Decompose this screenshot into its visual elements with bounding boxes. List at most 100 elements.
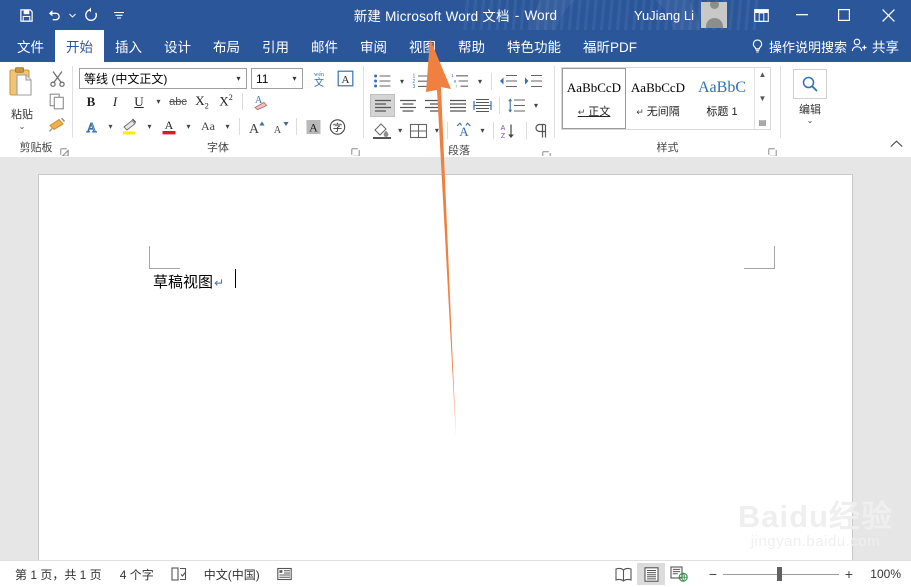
font-size-chevron-down-icon[interactable]: ▾: [287, 74, 302, 83]
font-color-icon[interactable]: A: [157, 115, 181, 138]
word-count[interactable]: 4 个字: [111, 566, 163, 583]
paste-chevron-down-icon[interactable]: ⌄: [19, 123, 26, 131]
styles-dialog-launcher-icon[interactable]: [768, 146, 777, 157]
tab-福昕PDF[interactable]: 福昕PDF: [572, 30, 648, 62]
zoom-in-button[interactable]: +: [839, 566, 859, 582]
character-shading-icon[interactable]: A: [301, 115, 325, 138]
style-item-正文[interactable]: AaBbCcD ↵ 正文: [562, 68, 626, 129]
clipboard-dialog-launcher-icon[interactable]: [60, 146, 69, 157]
multilevel-dropdown-icon[interactable]: ▾: [473, 70, 487, 93]
undo-icon[interactable]: [40, 3, 68, 27]
shading-icon[interactable]: [370, 119, 394, 142]
close-button[interactable]: [865, 0, 911, 30]
enclose-character-icon[interactable]: 字: [325, 115, 349, 138]
font-dialog-launcher-icon[interactable]: [351, 146, 360, 157]
document-canvas[interactable]: 草稿视图↵ Baidu经验 jingyan.baidu.com: [0, 156, 911, 562]
font-size-combobox[interactable]: 11 ▾: [251, 68, 303, 89]
zoom-level[interactable]: 100%: [859, 567, 903, 581]
tab-审阅[interactable]: 审阅: [349, 30, 398, 62]
shading-dropdown-icon[interactable]: ▾: [394, 119, 407, 142]
align-center-icon[interactable]: [395, 94, 420, 117]
line-spacing-dropdown-icon[interactable]: ▾: [529, 94, 543, 117]
numbering-icon[interactable]: 123: [409, 70, 434, 93]
text-highlight-dropdown-icon[interactable]: ▾: [142, 115, 157, 138]
styles-scroll-down-icon[interactable]: ▼: [759, 94, 767, 103]
tab-引用[interactable]: 引用: [251, 30, 300, 62]
numbering-dropdown-icon[interactable]: ▾: [434, 70, 448, 93]
superscript-icon[interactable]: X2: [214, 90, 238, 113]
style-item-标题 1[interactable]: AaBbC 标题 1: [690, 68, 754, 129]
multilevel-list-icon[interactable]: 1ai: [448, 70, 473, 93]
increase-indent-icon[interactable]: [521, 70, 546, 93]
change-case-icon[interactable]: Aa: [196, 115, 220, 138]
bullets-icon[interactable]: [370, 70, 395, 93]
format-painter-icon[interactable]: [46, 114, 68, 134]
maximize-button[interactable]: [823, 0, 865, 30]
text-effects-dropdown-icon[interactable]: ▾: [103, 115, 118, 138]
editing-button[interactable]: 编辑 ⌄: [786, 69, 834, 125]
language[interactable]: 中文(中国): [195, 566, 269, 583]
cut-icon[interactable]: [46, 68, 68, 88]
tab-视图[interactable]: 视图: [398, 30, 447, 62]
clear-formatting-icon[interactable]: A: [247, 90, 271, 113]
web-layout-icon[interactable]: [665, 563, 693, 585]
tab-布局[interactable]: 布局: [202, 30, 251, 62]
minimize-button[interactable]: [781, 0, 823, 30]
sort-icon[interactable]: AZ: [498, 119, 522, 142]
ribbon-display-options-icon[interactable]: [741, 0, 781, 30]
borders-icon[interactable]: [407, 119, 431, 142]
justify-icon[interactable]: [445, 94, 470, 117]
text-highlight-icon[interactable]: [118, 115, 142, 138]
zoom-out-button[interactable]: −: [703, 566, 723, 582]
styles-scroll-up-icon[interactable]: ▲: [759, 70, 767, 79]
tab-帮助[interactable]: 帮助: [447, 30, 496, 62]
zoom-slider[interactable]: [723, 567, 839, 581]
style-item-无间隔[interactable]: AaBbCcD ↵ 无间隔: [626, 68, 690, 129]
subscript-icon[interactable]: X2: [190, 90, 214, 113]
paste-button[interactable]: 粘贴 ⌄: [0, 65, 44, 131]
align-left-icon[interactable]: [370, 94, 395, 117]
tab-插入[interactable]: 插入: [104, 30, 153, 62]
tab-特色功能[interactable]: 特色功能: [496, 30, 572, 62]
align-right-icon[interactable]: [420, 94, 445, 117]
share-button[interactable]: 共享: [847, 36, 911, 56]
styles-more-icon[interactable]: ▤: [759, 118, 767, 127]
tab-文件[interactable]: 文件: [6, 30, 55, 62]
editing-chevron-down-icon[interactable]: ⌄: [807, 117, 814, 125]
tab-设计[interactable]: 设计: [153, 30, 202, 62]
underline-icon[interactable]: U: [127, 90, 151, 113]
user-name[interactable]: YuJiang Li: [634, 8, 694, 23]
font-name-combobox[interactable]: 等线 (中文正文) ▾: [79, 68, 247, 89]
shrink-font-icon[interactable]: A: [268, 115, 292, 138]
read-mode-icon[interactable]: [609, 563, 637, 585]
redo-icon[interactable]: [77, 3, 105, 27]
line-spacing-icon[interactable]: [504, 94, 529, 117]
font-name-chevron-down-icon[interactable]: ▾: [231, 74, 246, 83]
save-icon[interactable]: [12, 3, 40, 27]
avatar[interactable]: [701, 2, 727, 28]
undo-dropdown-icon[interactable]: [68, 3, 77, 27]
decrease-indent-icon[interactable]: [496, 70, 521, 93]
change-case-dropdown-icon[interactable]: ▾: [220, 115, 235, 138]
east-asian-layout-icon[interactable]: A: [452, 119, 476, 142]
bullets-dropdown-icon[interactable]: ▾: [395, 70, 409, 93]
show-formatting-marks-icon[interactable]: [530, 119, 554, 142]
proofing-errors-icon[interactable]: [163, 567, 195, 581]
customize-qat-icon[interactable]: [105, 3, 133, 27]
document-text[interactable]: 草稿视图↵: [153, 271, 224, 292]
borders-dropdown-icon[interactable]: ▾: [430, 119, 443, 142]
distribute-icon[interactable]: [470, 94, 495, 117]
font-color-dropdown-icon[interactable]: ▾: [181, 115, 196, 138]
copy-icon[interactable]: [46, 91, 68, 111]
east-asian-dropdown-icon[interactable]: ▾: [476, 119, 489, 142]
grow-font-icon[interactable]: A: [244, 115, 268, 138]
strikethrough-icon[interactable]: abc: [166, 90, 190, 113]
italic-icon[interactable]: I: [103, 90, 127, 113]
print-layout-icon[interactable]: [637, 563, 665, 585]
character-border-icon[interactable]: A: [334, 68, 357, 89]
collapse-ribbon-icon[interactable]: [890, 140, 903, 151]
phonetic-guide-icon[interactable]: wén 文: [307, 68, 330, 89]
tell-me-search[interactable]: 操作说明搜索: [747, 30, 847, 62]
bold-icon[interactable]: B: [79, 90, 103, 113]
document-page[interactable]: 草稿视图↵: [38, 174, 853, 562]
